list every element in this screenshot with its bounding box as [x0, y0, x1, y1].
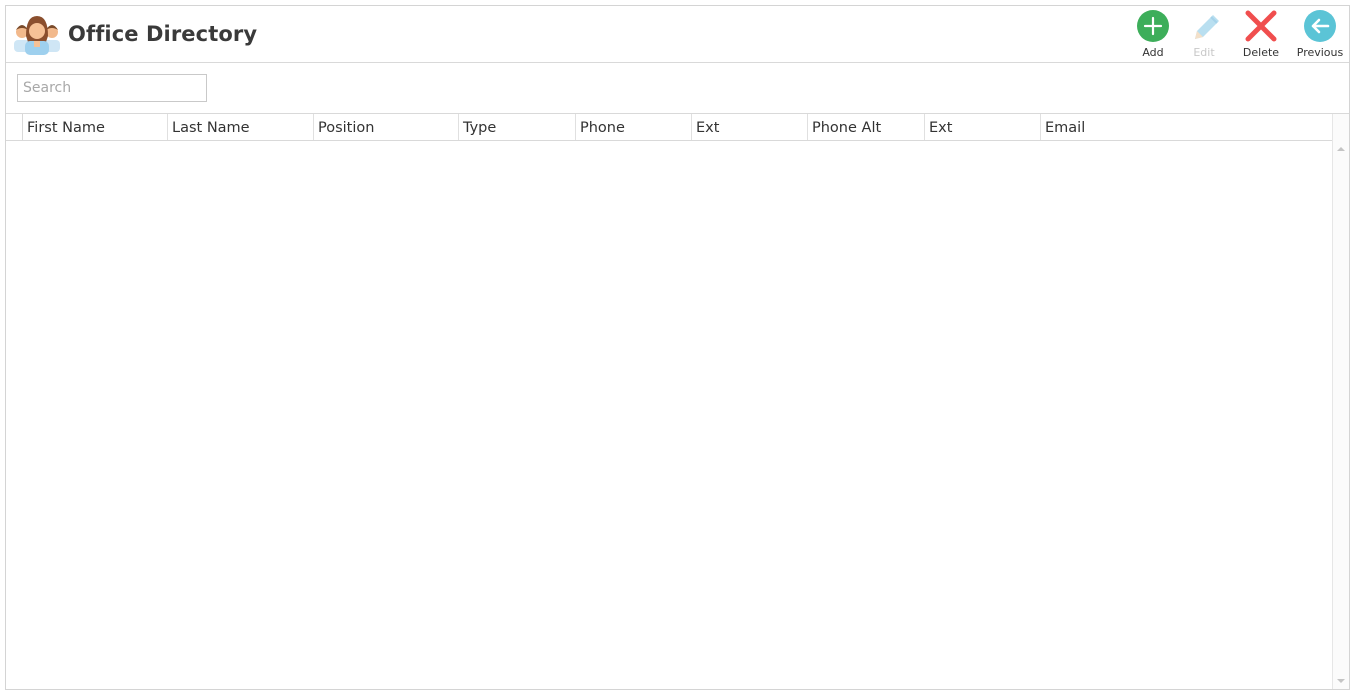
- delete-button[interactable]: Delete: [1235, 9, 1287, 63]
- add-label: Add: [1142, 46, 1164, 59]
- people-group-icon: [14, 16, 60, 55]
- column-header-last-name[interactable]: Last Name: [168, 114, 314, 140]
- column-header-phone[interactable]: Phone: [576, 114, 692, 140]
- column-header-type[interactable]: Type: [459, 114, 576, 140]
- directory-grid: First Name Last Name Position Type Phone…: [6, 114, 1349, 689]
- pencil-icon: [1195, 15, 1219, 39]
- plus-circle-icon: [1137, 10, 1169, 42]
- header-bar: Office Directory Add Edit Delete Previou…: [6, 6, 1349, 63]
- delete-label: Delete: [1242, 46, 1280, 59]
- arrow-left-circle-icon: [1304, 10, 1336, 42]
- column-header-ext-alt[interactable]: Ext: [925, 114, 1041, 140]
- add-button[interactable]: Add: [1127, 9, 1179, 63]
- search-input[interactable]: [17, 74, 207, 102]
- edit-label: Edit: [1193, 46, 1215, 59]
- column-header-email[interactable]: Email: [1041, 114, 1335, 140]
- grid-header: First Name Last Name Position Type Phone…: [6, 114, 1333, 141]
- scroll-up-icon[interactable]: [1337, 147, 1345, 151]
- vertical-scrollbar[interactable]: [1332, 114, 1349, 689]
- close-x-icon: [1245, 10, 1277, 42]
- row-indicator-header: [6, 114, 23, 140]
- previous-label: Previous: [1296, 46, 1344, 59]
- office-directory-window: Office Directory Add Edit Delete Previou…: [5, 5, 1350, 690]
- column-header-first-name[interactable]: First Name: [23, 114, 168, 140]
- column-header-position[interactable]: Position: [314, 114, 459, 140]
- scroll-down-icon[interactable]: [1337, 679, 1345, 683]
- search-row: [6, 63, 1349, 114]
- grid-body[interactable]: [6, 141, 1333, 689]
- column-header-ext[interactable]: Ext: [692, 114, 808, 140]
- previous-button[interactable]: Previous: [1294, 9, 1346, 63]
- column-header-phone-alt[interactable]: Phone Alt: [808, 114, 925, 140]
- page-title: Office Directory: [68, 22, 258, 46]
- edit-button[interactable]: Edit: [1178, 9, 1230, 63]
